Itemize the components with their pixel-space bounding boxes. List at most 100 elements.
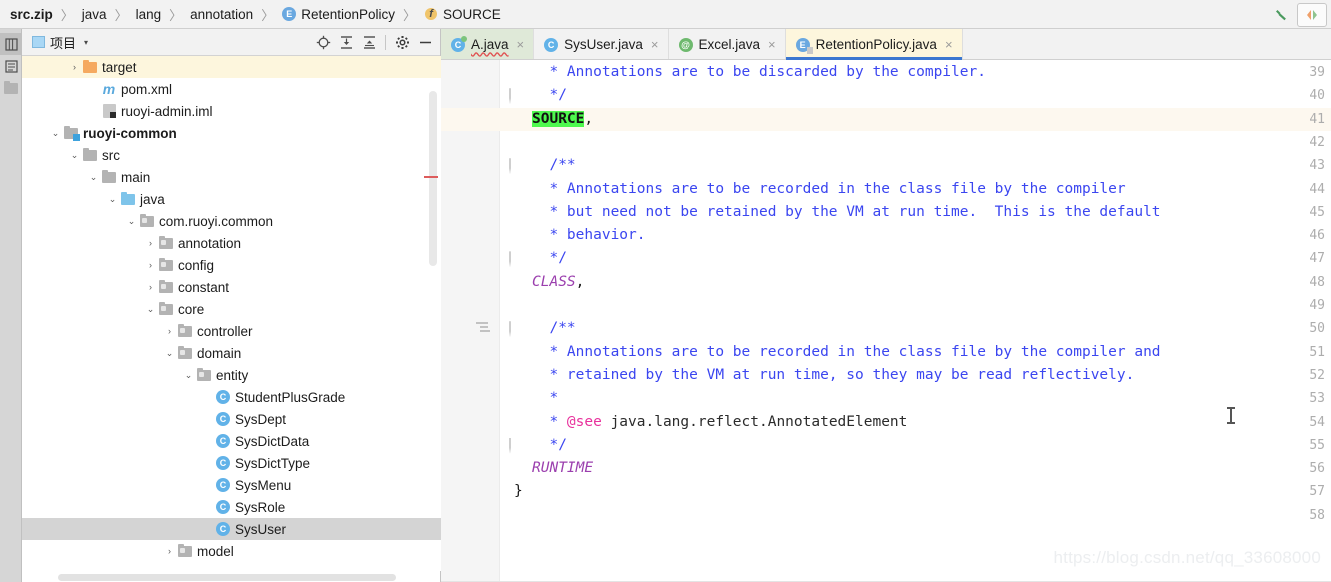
code-line[interactable]: * @see java.lang.reflect.AnnotatedElemen…	[532, 411, 907, 434]
close-icon[interactable]: ×	[768, 37, 776, 52]
tool-button-folder[interactable]	[0, 77, 22, 99]
tree-item-label: SysDictType	[235, 455, 311, 471]
project-tree[interactable]: › target m pom.xml ruoyi-admin.iml ⌄ ruoyi-com…	[22, 56, 441, 571]
breadcrumb-item-src-zip[interactable]: src.zip	[8, 0, 55, 29]
code-line[interactable]: * Annotations are to be recorded in the …	[532, 178, 1125, 201]
code-line[interactable]: * but need not be retained by the VM at …	[532, 201, 1160, 224]
chevron-down-icon[interactable]: ▾	[84, 38, 88, 47]
tree-item-sysrole[interactable]: C SysRole	[22, 496, 441, 518]
chevron-right-icon[interactable]: ›	[163, 546, 176, 556]
chevron-down-icon[interactable]: ⌄	[125, 216, 138, 227]
code-line[interactable]: * behavior.	[532, 224, 645, 247]
tree-item-core[interactable]: ⌄ core	[22, 298, 441, 320]
tree-item-com-ruoyi-common[interactable]: ⌄ com.ruoyi.common	[22, 210, 441, 232]
editor-tab-sysuser-java[interactable]: C SysUser.java ×	[534, 29, 669, 59]
tree-item-ruoyi-common[interactable]: ⌄ ruoyi-common	[22, 122, 441, 144]
editor-tab-bar: C A.java × C SysUser.java × @ Excel.java × E Reten…	[441, 29, 1331, 60]
tree-item-model[interactable]: › model	[22, 540, 441, 562]
breadcrumb-item-retention-policy[interactable]: E RetentionPolicy	[280, 0, 397, 29]
tool-button-structure[interactable]	[0, 55, 22, 77]
fold-marker-icon[interactable]	[509, 251, 522, 268]
tree-item-ruoyi-admin-iml[interactable]: ruoyi-admin.iml	[22, 100, 441, 122]
tree-item-main[interactable]: ⌄ main	[22, 166, 441, 188]
tree-item-constant[interactable]: › constant	[22, 276, 441, 298]
breadcrumb-item-java[interactable]: java	[80, 0, 109, 29]
chevron-right-icon[interactable]: ›	[68, 62, 81, 72]
tree-item-annotation[interactable]: › annotation	[22, 232, 441, 254]
chevron-right-icon[interactable]: ›	[163, 326, 176, 336]
project-vertical-scrollbar[interactable]	[429, 91, 437, 266]
expand-all-icon[interactable]	[335, 31, 357, 53]
package-icon	[195, 367, 213, 381]
line-number: 58	[1309, 507, 1325, 523]
run-configuration-button[interactable]	[1297, 2, 1327, 27]
tree-item-config[interactable]: › config	[22, 254, 441, 276]
code-line[interactable]: * Annotations are to be recorded in the …	[532, 341, 1161, 364]
code-line[interactable]: */	[532, 434, 566, 457]
tree-item-src[interactable]: ⌄ src	[22, 144, 441, 166]
code-editor[interactable]: 39 * Annotations are to be discarded by …	[441, 60, 1331, 582]
code-line[interactable]: }	[514, 480, 523, 503]
editor-tab-a-java[interactable]: C A.java ×	[441, 29, 535, 59]
fold-marker-icon[interactable]	[509, 321, 522, 338]
code-line[interactable]: * retained by the VM at run time, so the…	[532, 364, 1134, 387]
chevron-down-icon[interactable]: ⌄	[87, 172, 100, 183]
code-line[interactable]: */	[532, 247, 566, 270]
chevron-down-icon[interactable]: ⌄	[49, 128, 62, 139]
project-panel-title[interactable]: 项目 ▾	[26, 33, 88, 52]
chevron-down-icon[interactable]: ⌄	[144, 304, 157, 315]
chevron-down-icon[interactable]: ⌄	[182, 370, 195, 381]
chevron-down-icon[interactable]: ⌄	[68, 150, 81, 161]
tree-item-sysdicttype[interactable]: C SysDictType	[22, 452, 441, 474]
chevron-right-icon[interactable]: ›	[144, 282, 157, 292]
tree-item-sysmenu[interactable]: C SysMenu	[22, 474, 441, 496]
tree-item-entity[interactable]: ⌄ entity	[22, 364, 441, 386]
breadcrumb-item-annotation[interactable]: annotation	[188, 0, 255, 29]
code-token: * Annotations are to be recorded in the …	[532, 343, 1161, 360]
tree-item-java[interactable]: ⌄ java	[22, 188, 441, 210]
chevron-down-icon[interactable]: ⌄	[106, 194, 119, 205]
project-horizontal-scrollbar[interactable]	[22, 573, 420, 582]
editor-tab-retentionpolicy-java[interactable]: E RetentionPolicy.java ×	[785, 29, 963, 60]
tree-item-controller[interactable]: › controller	[22, 320, 441, 342]
fold-marker-icon[interactable]	[509, 158, 522, 175]
editor-gutter[interactable]	[441, 60, 500, 582]
build-button[interactable]	[1269, 3, 1295, 27]
code-line[interactable]: * Annotations are to be discarded by the…	[532, 61, 986, 84]
tree-item-pom-xml[interactable]: m pom.xml	[22, 78, 441, 100]
scrollbar-thumb[interactable]	[58, 574, 396, 581]
breadcrumb-item-lang[interactable]: lang	[134, 0, 164, 29]
code-line[interactable]: SOURCE,	[532, 108, 593, 131]
close-icon[interactable]: ×	[651, 37, 659, 52]
locate-icon[interactable]	[312, 31, 334, 53]
hide-panel-icon[interactable]	[414, 31, 436, 53]
fold-marker-icon[interactable]	[509, 437, 522, 454]
tool-button-project[interactable]	[0, 33, 22, 55]
error-stripe-mark[interactable]	[424, 176, 438, 178]
code-line[interactable]: *	[532, 387, 558, 410]
chevron-right-icon[interactable]: ›	[144, 238, 157, 248]
chevron-down-icon[interactable]: ⌄	[163, 348, 176, 359]
tree-item-studentplusgrade[interactable]: C StudentPlusGrade	[22, 386, 441, 408]
close-icon[interactable]: ×	[945, 37, 953, 52]
tree-item-sysdept[interactable]: C SysDept	[22, 408, 441, 430]
code-line[interactable]: CLASS,	[532, 271, 584, 294]
collapse-all-icon[interactable]	[358, 31, 380, 53]
tree-item-sysuser[interactable]: C SysUser	[22, 518, 441, 540]
settings-gear-icon[interactable]	[391, 31, 413, 53]
tree-item-sysdictdata[interactable]: C SysDictData	[22, 430, 441, 452]
code-line[interactable]: /**	[532, 154, 575, 177]
chevron-right-icon[interactable]: ›	[144, 260, 157, 270]
editor-tab-excel-java[interactable]: @ Excel.java ×	[668, 29, 786, 59]
tree-item-label: src	[102, 147, 120, 163]
fold-marker-icon[interactable]	[509, 88, 522, 105]
editor-fold-gutter[interactable]	[500, 60, 532, 582]
code-line[interactable]: RUNTIME	[532, 457, 593, 480]
javadoc-marker-icon[interactable]	[476, 322, 490, 336]
breadcrumb-item-source[interactable]: SOURCE	[422, 0, 503, 29]
close-icon[interactable]: ×	[517, 37, 525, 52]
tree-item-domain[interactable]: ⌄ domain	[22, 342, 441, 364]
tree-item-target[interactable]: › target	[22, 56, 441, 78]
code-line[interactable]: */	[532, 84, 566, 107]
code-line[interactable]: /**	[532, 317, 575, 340]
